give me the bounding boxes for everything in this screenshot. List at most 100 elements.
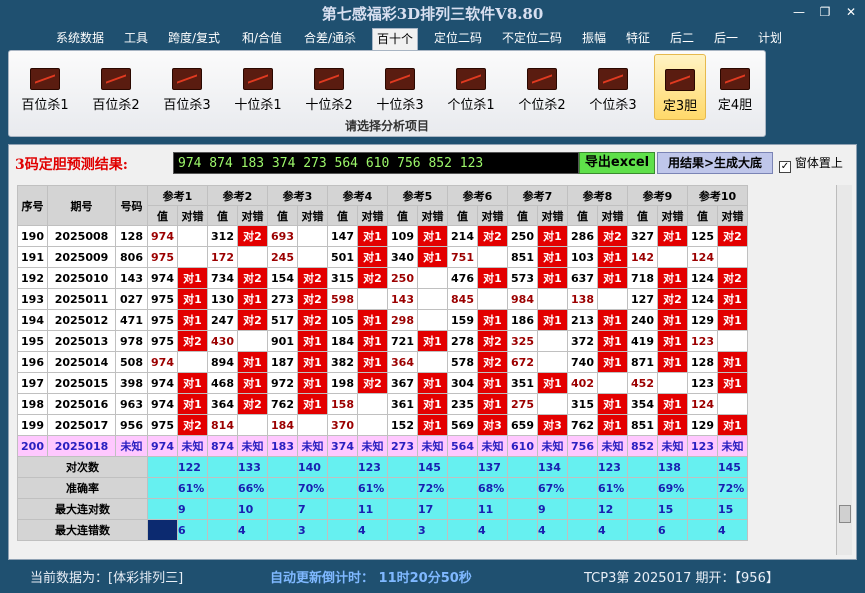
- status-current-data: 当前数据为：[体彩排列三]: [30, 571, 184, 586]
- table-row[interactable]: 195 2025013 978 975 对2 430 901 对1 184 对1 721 对1 278 对…: [17, 330, 748, 352]
- table-row[interactable]: 197 2025015 398 974 对1 468 对1 972 对1 198 对2 367 对1 30…: [17, 372, 748, 394]
- menu-item[interactable]: 百十个: [372, 28, 419, 50]
- stat-row: 准确率 61% 66% 70% 61% 72% 68% 67% 61% 69% 72%: [17, 477, 748, 499]
- row-seq: 195: [17, 330, 48, 352]
- ref-header: 参考9: [627, 185, 688, 206]
- menu-item[interactable]: 振幅: [578, 28, 610, 50]
- ribbon-button[interactable]: 百位杀2: [86, 54, 146, 120]
- minimize-icon[interactable]: —: [790, 4, 808, 20]
- close-icon[interactable]: ✕: [842, 4, 860, 20]
- row-number: 956: [115, 414, 148, 436]
- table-row[interactable]: 193 2025011 027 975 对1 130 对1 273 对2 598 143 845 984…: [17, 288, 748, 310]
- table-row[interactable]: 196 2025014 508 974 894 对1 187 对1 382 对1 364 578 对2 6…: [17, 351, 748, 373]
- menu-item[interactable]: 工具: [120, 28, 152, 50]
- ribbon-button[interactable]: 个位杀2: [512, 54, 572, 120]
- generate-base-button[interactable]: 用结果>生成大底: [657, 152, 773, 174]
- ref-value: 183: [267, 435, 298, 457]
- row-issue: 2025011: [47, 288, 116, 310]
- row-seq: 194: [17, 309, 48, 331]
- table-row[interactable]: 190 2025008 128 974 312 对2 693 147 对1 109 对1 214 对2 2…: [17, 225, 748, 247]
- sub-header-result: 对错: [417, 205, 448, 226]
- stat-value: 145: [417, 456, 448, 478]
- ref-result: 对1: [657, 393, 688, 415]
- menu-item[interactable]: 定位二码: [430, 28, 486, 50]
- ribbon-button[interactable]: 十位杀1: [228, 54, 288, 120]
- ref-result: [597, 288, 628, 310]
- app-title: 第七感福彩3D排列三软件V8.80: [321, 5, 544, 23]
- chart-icon: [314, 68, 344, 90]
- table-row[interactable]: 199 2025017 956 975 对2 814 184 370 152 对1 569 对3 659…: [17, 414, 748, 436]
- stat-value: 70%: [297, 477, 328, 499]
- ref-result: [177, 246, 208, 268]
- row-issue: 2025016: [47, 393, 116, 415]
- ref-value: 304: [447, 372, 478, 394]
- table-row[interactable]: 200 2025018 未知 974 未知 874 未知 183 未知 374 未知 273 未知 564…: [17, 435, 748, 457]
- ribbon-button-label: 十位杀1: [234, 98, 282, 113]
- ribbon-button[interactable]: 百位杀3: [157, 54, 217, 120]
- menu-item[interactable]: 后二: [666, 28, 698, 50]
- export-excel-button[interactable]: 导出excel: [579, 152, 655, 174]
- table-row[interactable]: 198 2025016 963 974 对1 364 对2 762 对1 158 361 对1 235 对…: [17, 393, 748, 415]
- stat-spacer: [567, 498, 598, 520]
- ref-result: 对1: [597, 246, 628, 268]
- sub-header-result: 对错: [477, 205, 508, 226]
- ribbon-button[interactable]: 个位杀1: [441, 54, 501, 120]
- ribbon-button[interactable]: 定3胆: [654, 54, 706, 120]
- ref-value: 123: [687, 435, 718, 457]
- sub-header-value: 值: [327, 205, 358, 226]
- ref-result: [657, 372, 688, 394]
- ref-value: 871: [627, 351, 658, 373]
- sub-header-value: 值: [147, 205, 178, 226]
- ref-result: 对2: [237, 309, 268, 331]
- menu-item[interactable]: 特征: [622, 28, 654, 50]
- pin-on-top-checkbox[interactable]: ✓ 窗体置上: [779, 154, 843, 173]
- ref-result: 对1: [657, 225, 688, 247]
- ribbon-button[interactable]: 十位杀2: [299, 54, 359, 120]
- ref-result: [177, 351, 208, 373]
- table-row[interactable]: 192 2025010 143 974 对1 734 对2 154 对2 315 对2 250 476 对…: [17, 267, 748, 289]
- ribbon-button[interactable]: 百位杀1: [15, 54, 75, 120]
- stat-spacer: [327, 456, 358, 478]
- ref-value: 972: [267, 372, 298, 394]
- ref-value: 129: [687, 414, 718, 436]
- stat-value: 69%: [657, 477, 688, 499]
- table-row[interactable]: 194 2025012 471 975 对1 247 对2 517 对2 105 对1 298 159 对…: [17, 309, 748, 331]
- ribbon-button[interactable]: 十位杀3: [370, 54, 430, 120]
- stat-spacer: [267, 519, 298, 541]
- checkbox-checked-icon[interactable]: ✓: [779, 161, 791, 173]
- menu-item[interactable]: 跨度/复式: [164, 28, 224, 50]
- stat-value: 6: [657, 519, 688, 541]
- stat-value: 4: [477, 519, 508, 541]
- stat-value: 4: [717, 519, 748, 541]
- stat-spacer: [387, 498, 418, 520]
- row-issue: 2025017: [47, 414, 116, 436]
- menu-item[interactable]: 计划: [754, 28, 786, 50]
- restore-icon[interactable]: ❐: [816, 4, 834, 20]
- stat-value: 9: [537, 498, 568, 520]
- ref-result: 对1: [357, 309, 388, 331]
- vertical-scrollbar[interactable]: [836, 185, 852, 555]
- menu-item[interactable]: 不定位二码: [498, 28, 566, 50]
- stat-spacer: [327, 519, 358, 541]
- ref-result: 对2: [357, 372, 388, 394]
- ribbon-button[interactable]: 个位杀3: [583, 54, 643, 120]
- ref-value: 340: [387, 246, 418, 268]
- ribbon-button[interactable]: 定4胆: [709, 54, 761, 120]
- sub-header-result: 对错: [177, 205, 208, 226]
- stat-spacer: [387, 477, 418, 499]
- ribbon-button-label: 个位杀1: [447, 98, 495, 113]
- ref-value: 374: [327, 435, 358, 457]
- ref-value: 129: [687, 309, 718, 331]
- pin-label: 窗体置上: [794, 156, 843, 170]
- ref-result: 对2: [597, 225, 628, 247]
- menu-item[interactable]: 合差/通杀: [300, 28, 360, 50]
- stat-spacer: [567, 477, 598, 499]
- scrollbar-thumb[interactable]: [839, 505, 851, 523]
- ref-value: 123: [687, 372, 718, 394]
- menu-item[interactable]: 和/合值: [238, 28, 286, 50]
- table-row[interactable]: 191 2025009 806 975 172 245 501 对1 340 对1 751 851 对1…: [17, 246, 748, 268]
- menu-item[interactable]: 后一: [710, 28, 742, 50]
- stat-value: 61%: [597, 477, 628, 499]
- menu-item[interactable]: 系统数据: [52, 28, 108, 50]
- prediction-output[interactable]: 974 874 183 374 273 564 610 756 852 123: [173, 152, 579, 174]
